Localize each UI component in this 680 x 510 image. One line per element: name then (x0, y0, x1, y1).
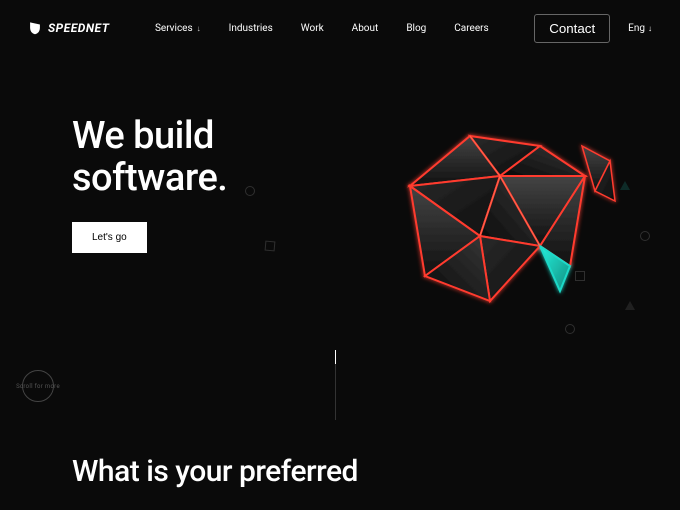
header-actions: Contact Eng ↓ (534, 14, 652, 43)
language-switcher[interactable]: Eng ↓ (628, 23, 652, 34)
lang-label: Eng (628, 23, 645, 34)
contact-button[interactable]: Contact (534, 14, 610, 43)
nav-careers[interactable]: Careers (454, 23, 488, 34)
deco-triangle-icon (620, 181, 630, 190)
nav-label: Industries (229, 23, 273, 34)
nav-label: About (352, 23, 379, 34)
nav-blog[interactable]: Blog (406, 23, 426, 34)
nav-label: Work (301, 23, 324, 34)
nav-industries[interactable]: Industries (229, 23, 273, 34)
scroll-indicator[interactable]: Scroll for more (22, 370, 54, 402)
deco-circle-icon (565, 324, 575, 334)
brand-logo[interactable]: SPEEDNET (28, 21, 109, 35)
deco-circle-icon (245, 186, 255, 196)
primary-nav: Services ↓ Industries Work About Blog Ca… (155, 23, 489, 34)
nav-label: Services (155, 23, 193, 34)
hero-title-line1: We build (72, 114, 214, 158)
nav-about[interactable]: About (352, 23, 379, 34)
hero-crystal-graphic (370, 116, 630, 336)
site-header: SPEEDNET Services ↓ Industries Work Abou… (0, 0, 680, 56)
scroll-text: Scroll for more (16, 383, 60, 390)
hero-section: We build software. Let's go (0, 56, 680, 396)
chevron-down-icon: ↓ (197, 24, 201, 33)
deco-square-icon (575, 271, 585, 281)
section-divider (335, 350, 336, 420)
logo-shield-icon (28, 21, 42, 35)
scroll-circle-icon: Scroll for more (22, 370, 54, 402)
brand-name: SPEEDNET (48, 21, 109, 35)
deco-circle-icon (640, 231, 650, 241)
chevron-down-icon: ↓ (648, 24, 652, 33)
crystal-icon (370, 116, 630, 336)
section-title-line1: What is your preferred (72, 454, 358, 489)
section-title: What is your preferred (72, 455, 358, 490)
hero-cta-button[interactable]: Let's go (72, 222, 147, 253)
hero-title-line2: software. (72, 156, 227, 200)
deco-triangle-icon (625, 301, 635, 310)
deco-square-icon (265, 241, 276, 252)
nav-label: Blog (406, 23, 426, 34)
nav-work[interactable]: Work (301, 23, 324, 34)
nav-services[interactable]: Services ↓ (155, 23, 201, 34)
nav-label: Careers (454, 23, 488, 34)
